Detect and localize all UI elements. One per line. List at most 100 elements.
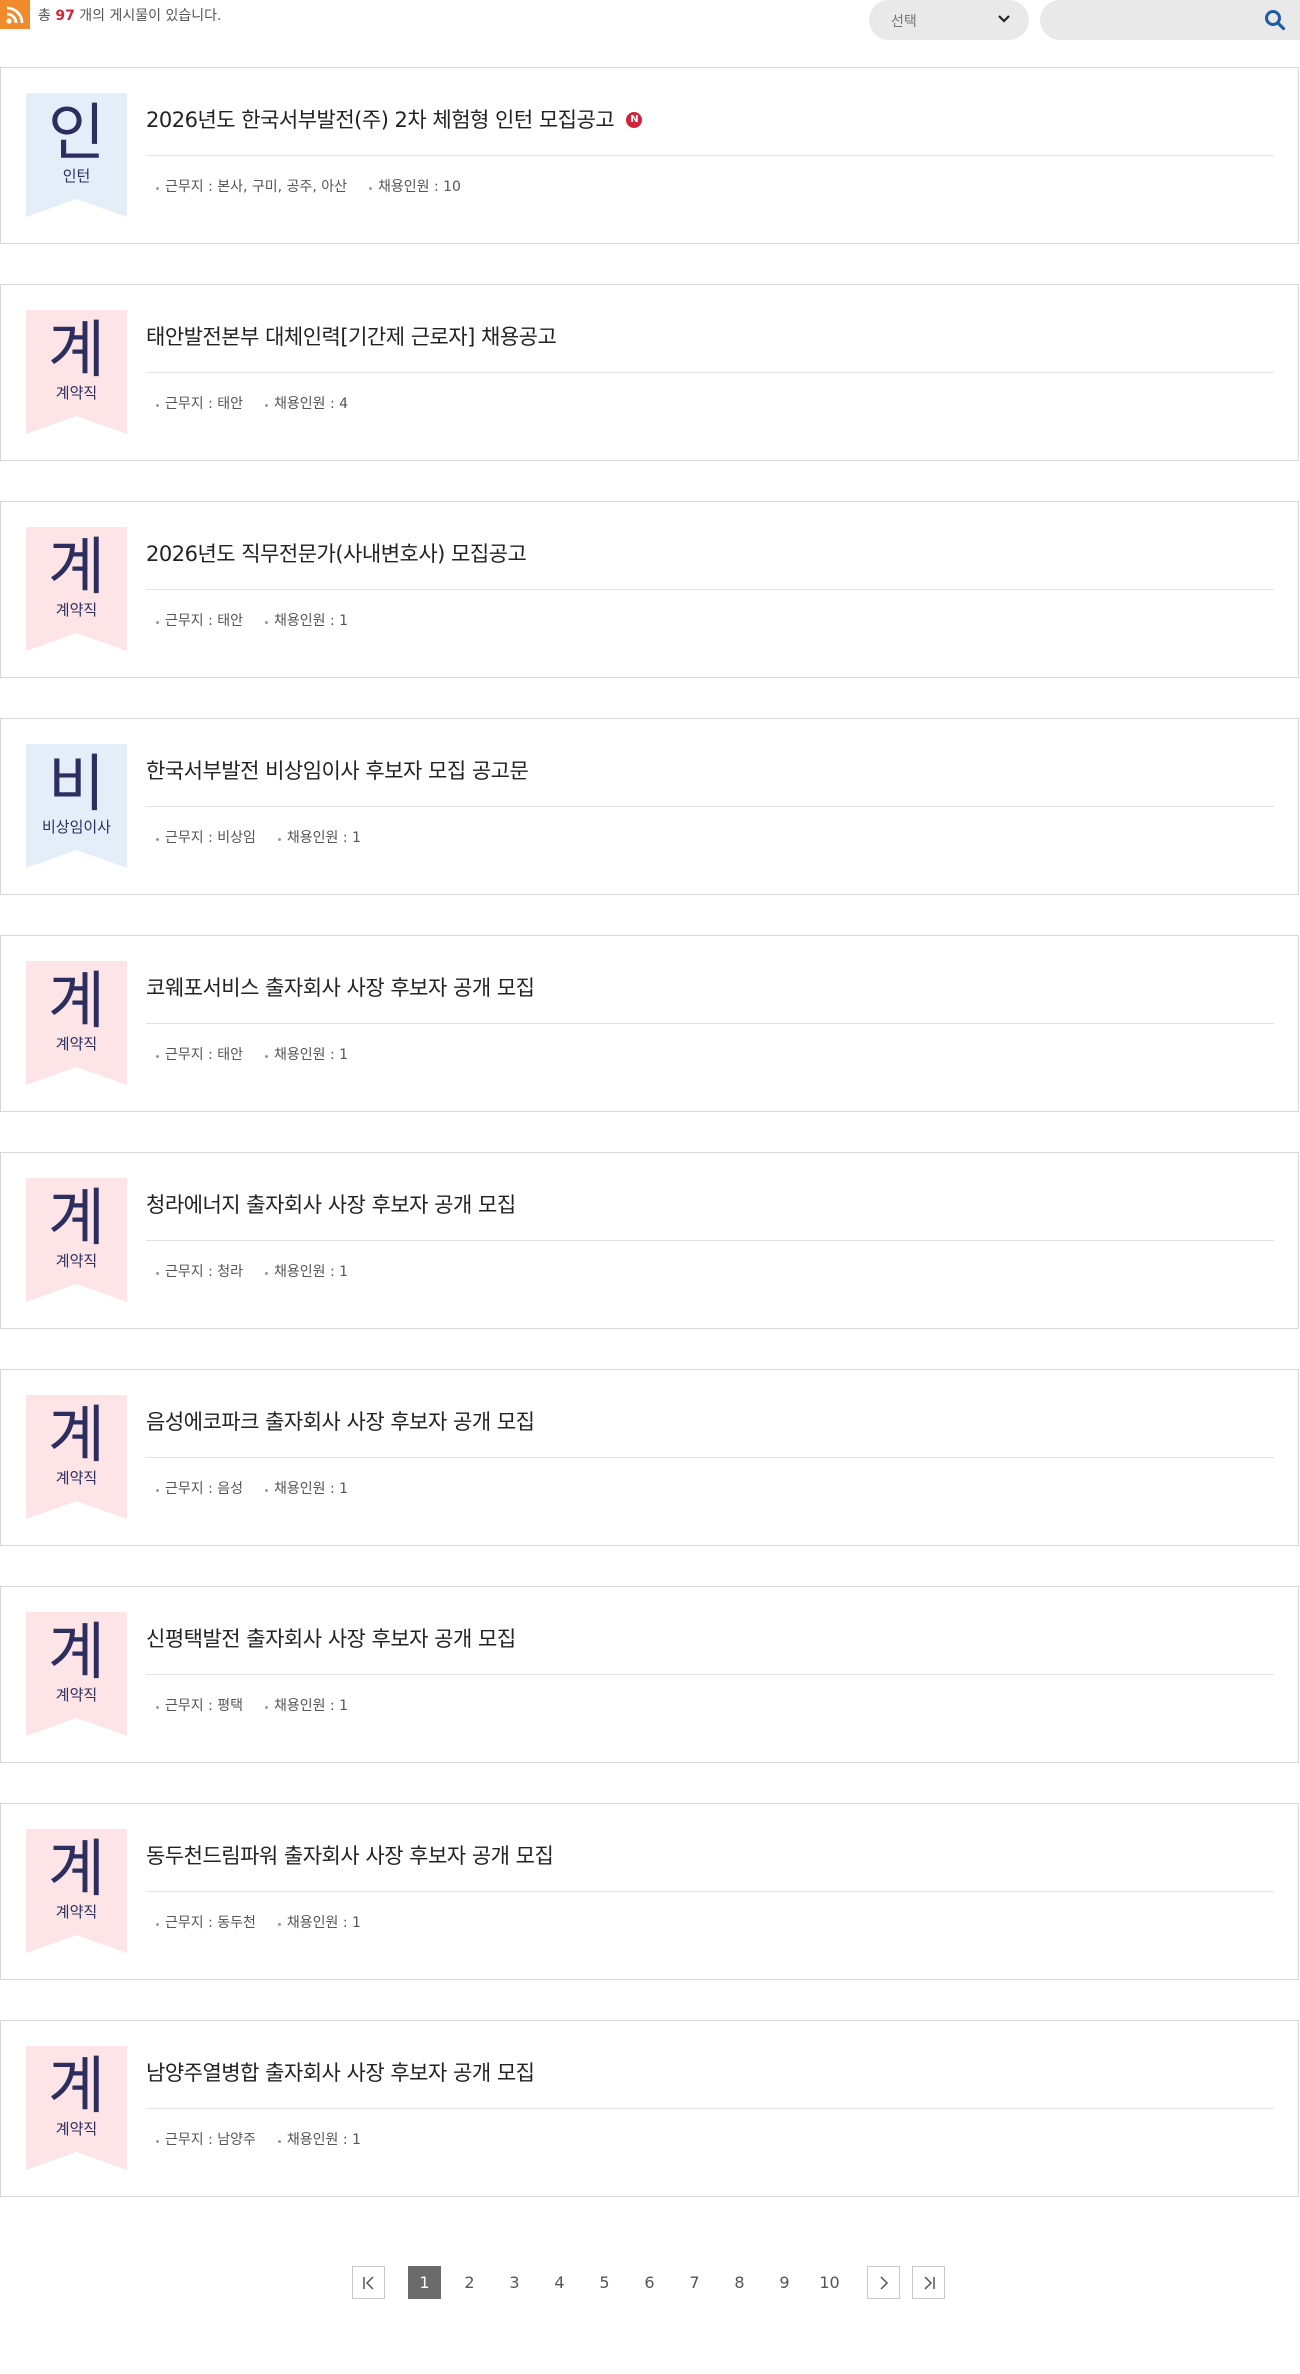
recruit-post-item[interactable]: 계 계약직 2026년도 직무전문가(사내변호사) 모집공고근무지 : 태안 채용인원… (0, 501, 1299, 678)
badge-letter: 계 (47, 313, 106, 386)
post-title-link[interactable]: 태안발전본부 대체인력[기간제 근로자] 채용공고 (146, 321, 557, 351)
total-prefix: 총 (38, 8, 51, 24)
employment-type-badge: 비 비상임이사 (26, 744, 127, 868)
post-divider (146, 155, 1274, 156)
employment-type-badge: 계 계약직 (26, 1829, 127, 1953)
post-divider (146, 1457, 1274, 1458)
recruit-post-item[interactable]: 계 계약직 청라에너지 출자회사 사장 후보자 공개 모집 근무지 : 청라 채용인원 … (0, 1152, 1299, 1329)
page-link-6[interactable]: 6 (633, 2266, 666, 2299)
chevron-down-icon (998, 15, 1010, 23)
rss-button[interactable] (0, 0, 30, 29)
post-location: 근무지 : 태안 (156, 396, 243, 412)
post-title-link[interactable]: 음성에코파크 출자회사 사장 후보자 공개 모집 (146, 1406, 535, 1436)
badge-letter: 계 (47, 1832, 106, 1905)
post-title: 한국서부발전 비상임이사 후보자 모집 공고문 (146, 759, 529, 783)
badge-letter: 계 (47, 530, 106, 603)
badge-letter: 계 (47, 2049, 106, 2122)
post-location: 근무지 : 동두천 (156, 1915, 256, 1931)
page-link-10[interactable]: 10 (813, 2266, 846, 2299)
recruit-post-item[interactable]: 계 계약직 음성에코파크 출자회사 사장 후보자 공개 모집근무지 : 음성 채용인원… (0, 1369, 1299, 1546)
badge-label: 계약직 (55, 601, 98, 619)
post-title-link[interactable]: 2026년도 한국서부발전(주) 2차 체험형 인턴 모집공고 N (146, 104, 643, 134)
post-location: 근무지 : 남양주 (156, 2132, 256, 2148)
badge-label: 계약직 (55, 1469, 98, 1487)
post-meta: 근무지 : 남양주 채용인원 : 1 (156, 2129, 383, 2149)
badge-letter: 인 (47, 96, 106, 169)
badge-label: 계약직 (55, 1252, 98, 1270)
post-title-link[interactable]: 신평택발전 출자회사 사장 후보자 공개 모집 (146, 1623, 516, 1653)
recruit-post-item[interactable]: 계 계약직 신평택발전 출자회사 사장 후보자 공개 모집 근무지 : 평택 채용인원 … (0, 1586, 1299, 1763)
post-meta: 근무지 : 태안 채용인원 : 1 (156, 1044, 370, 1064)
page-link-1[interactable]: 1 (408, 2266, 441, 2299)
employment-type-badge: 계 계약직 (26, 2046, 127, 2170)
total-count: 97 (55, 8, 75, 24)
post-headcount: 채용인원 : 4 (265, 396, 348, 412)
page-link-4[interactable]: 4 (543, 2266, 576, 2299)
post-title-link[interactable]: 동두천드림파워 출자회사 사장 후보자 공개 모집 (146, 1840, 554, 1870)
first-page-icon (363, 2276, 374, 2290)
post-title-link[interactable]: 남양주열병합 출자회사 사장 후보자 공개 모집 (146, 2057, 535, 2087)
post-headcount: 채용인원 : 1 (265, 1264, 348, 1280)
post-divider (146, 372, 1274, 373)
recruit-post-item[interactable]: 인 인턴 2026년도 한국서부발전(주) 2차 체험형 인턴 모집공고 N 근무지 :… (0, 67, 1299, 244)
badge-letter: 계 (47, 1398, 106, 1471)
search-icon[interactable] (1264, 9, 1286, 31)
employment-type-badge: 계 계약직 (26, 1612, 127, 1736)
total-suffix: 개의 게시물이 있습니다. (79, 8, 222, 24)
post-title-link[interactable]: 한국서부발전 비상임이사 후보자 모집 공고문 (146, 755, 529, 785)
page-link-5[interactable]: 5 (588, 2266, 621, 2299)
badge-label: 계약직 (55, 384, 98, 402)
post-meta: 근무지 : 음성 채용인원 : 1 (156, 1478, 370, 1498)
page-link-9[interactable]: 9 (768, 2266, 801, 2299)
employment-type-badge: 계 계약직 (26, 1178, 127, 1302)
post-divider (146, 1023, 1274, 1024)
employment-type-badge: 계 계약직 (26, 527, 127, 651)
board-toolbar: 총 97 개의 게시물이 있습니다. 선택 (0, 0, 1300, 44)
recruit-post-item[interactable]: 계 계약직 태안발전본부 대체인력[기간제 근로자] 채용공고근무지 : 태안 채용인… (0, 284, 1299, 461)
badge-letter: 비 (47, 747, 106, 820)
recruit-post-item[interactable]: 계 계약직 동두천드림파워 출자회사 사장 후보자 공개 모집 근무지 : 동두천 채용… (0, 1803, 1299, 1980)
search-input[interactable] (1058, 8, 1252, 34)
last-page-button[interactable] (912, 2266, 945, 2299)
next-page-button[interactable] (867, 2266, 900, 2299)
post-divider (146, 1674, 1274, 1675)
post-title: 음성에코파크 출자회사 사장 후보자 공개 모집 (146, 1410, 535, 1434)
post-divider (146, 2108, 1274, 2109)
post-headcount: 채용인원 : 1 (265, 1481, 348, 1497)
page-link-7[interactable]: 7 (678, 2266, 711, 2299)
badge-label: 계약직 (55, 1903, 98, 1921)
recruit-list: 인 인턴 2026년도 한국서부발전(주) 2차 체험형 인턴 모집공고 N 근무지 :… (0, 67, 1300, 2237)
post-headcount: 채용인원 : 1 (278, 2132, 361, 2148)
post-divider (146, 806, 1274, 807)
rss-icon (6, 6, 24, 24)
post-headcount: 채용인원 : 10 (369, 179, 461, 195)
post-title-link[interactable]: 코웨포서비스 출자회사 사장 후보자 공개 모집 (146, 972, 535, 1002)
recruit-post-item[interactable]: 비 비상임이사 한국서부발전 비상임이사 후보자 모집 공고문 근무지 : 비상임 채용… (0, 718, 1299, 895)
recruit-post-item[interactable]: 계 계약직 남양주열병합 출자회사 사장 후보자 공개 모집근무지 : 남양주 채용인… (0, 2020, 1299, 2197)
page-link-2[interactable]: 2 (453, 2266, 486, 2299)
post-headcount: 채용인원 : 1 (278, 830, 361, 846)
employment-type-badge: 계 계약직 (26, 1395, 127, 1519)
post-location: 근무지 : 태안 (156, 613, 243, 629)
post-title-link[interactable]: 청라에너지 출자회사 사장 후보자 공개 모집 (146, 1189, 516, 1219)
post-location: 근무지 : 본사, 구미, 공주, 아산 (156, 179, 347, 195)
recruit-post-item[interactable]: 계 계약직 코웨포서비스 출자회사 사장 후보자 공개 모집 근무지 : 태안 채용인원… (0, 935, 1299, 1112)
page-link-3[interactable]: 3 (498, 2266, 531, 2299)
search-category-select[interactable]: 선택 (869, 0, 1029, 40)
first-page-button[interactable] (352, 2266, 385, 2299)
post-headcount: 채용인원 : 1 (265, 613, 348, 629)
page-link-8[interactable]: 8 (723, 2266, 756, 2299)
employment-type-badge: 인 인턴 (26, 93, 127, 217)
post-title: 코웨포서비스 출자회사 사장 후보자 공개 모집 (146, 976, 535, 1000)
post-location: 근무지 : 태안 (156, 1047, 243, 1063)
post-title-link[interactable]: 2026년도 직무전문가(사내변호사) 모집공고 (146, 538, 527, 568)
post-title: 동두천드림파워 출자회사 사장 후보자 공개 모집 (146, 1844, 554, 1868)
new-badge-icon: N (626, 112, 643, 128)
total-count-text: 총 97 개의 게시물이 있습니다. (38, 5, 221, 25)
select-value: 선택 (891, 14, 917, 30)
badge-label: 인턴 (62, 167, 91, 185)
employment-type-badge: 계 계약직 (26, 310, 127, 434)
chevron-right-icon (880, 2276, 889, 2290)
post-headcount: 채용인원 : 1 (265, 1047, 348, 1063)
last-page-icon (924, 2276, 935, 2290)
